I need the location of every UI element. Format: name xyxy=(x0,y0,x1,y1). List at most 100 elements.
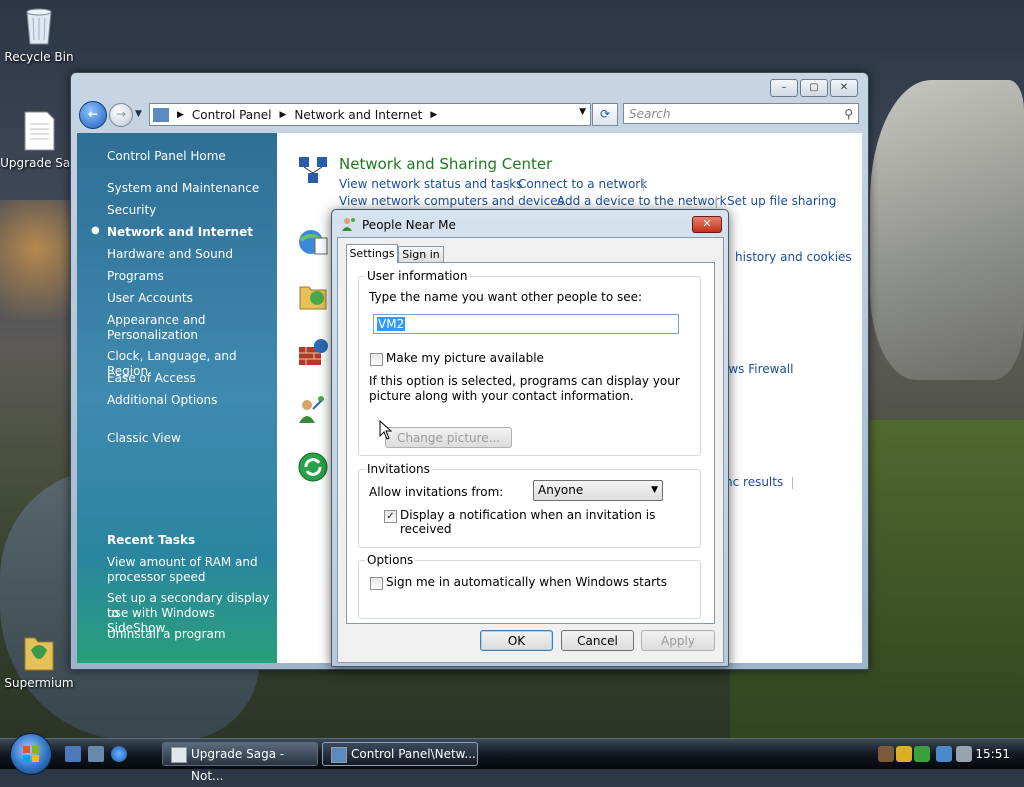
switch-windows-icon[interactable] xyxy=(88,746,104,762)
volume-muted-icon[interactable] xyxy=(956,746,972,762)
sync-center-icon xyxy=(297,451,329,483)
text-document-icon xyxy=(21,110,57,152)
nav-item-system-and-maintenance[interactable]: System and Maintenance xyxy=(107,181,259,196)
link-connect-to-network[interactable]: Connect to a network xyxy=(518,177,647,191)
windows-logo-icon xyxy=(23,746,39,762)
nav-control-panel-home[interactable]: Control Panel Home xyxy=(107,149,226,164)
address-bar[interactable]: ▶ Control Panel ▶ Network and Internet ▶… xyxy=(149,103,591,126)
supermium-browser-icon xyxy=(21,630,57,672)
link-separator xyxy=(792,477,793,489)
people-near-me-icon xyxy=(341,216,357,232)
recent-pages-dropdown[interactable]: ▼ xyxy=(135,109,142,119)
search-input[interactable]: Search ⚲ xyxy=(623,103,859,124)
clock[interactable]: 15:51 xyxy=(975,747,1010,761)
breadcrumb-separator-icon: ▶ xyxy=(177,109,184,120)
search-icon[interactable]: ⚲ xyxy=(844,104,853,124)
auto-sign-in-label[interactable]: Sign me in automatically when Windows st… xyxy=(386,575,667,589)
maximize-button[interactable]: ▢ xyxy=(800,79,828,97)
recent-task-ram-cont[interactable]: processor speed xyxy=(107,570,205,585)
show-desktop-icon[interactable] xyxy=(65,746,81,762)
desktop-icon-recycle-bin[interactable]: Recycle Bin xyxy=(0,4,78,64)
offline-files-icon xyxy=(297,281,329,313)
wallpaper-rock xyxy=(870,80,1024,380)
window-caption-buttons: – ▢ ✕ xyxy=(770,79,858,97)
network-icon[interactable] xyxy=(936,746,952,762)
desktop-icon-upgrade-saga[interactable]: Upgrade Sag xyxy=(0,110,78,170)
start-button[interactable] xyxy=(10,733,52,775)
taskbar-button-notepad[interactable]: Upgrade Saga - Not... xyxy=(162,742,318,783)
nav-item-appearance[interactable]: Appearance and xyxy=(107,313,205,328)
link-history-and-cookies[interactable]: history and cookies xyxy=(735,250,852,264)
security-shield-icon[interactable] xyxy=(896,746,912,762)
link-separator xyxy=(716,196,717,208)
link-add-device[interactable]: Add a device to the network xyxy=(557,194,727,208)
ok-button[interactable]: OK xyxy=(480,630,553,651)
nav-item-user-accounts[interactable]: User Accounts xyxy=(107,291,193,306)
desktop-icon-label: Supermium xyxy=(4,676,74,690)
refresh-icon: ⟳ xyxy=(599,107,611,121)
close-button[interactable]: ✕ xyxy=(830,79,858,97)
group-title: Options xyxy=(365,553,416,567)
nav-classic-view[interactable]: Classic View xyxy=(107,431,181,446)
address-dropdown-icon[interactable]: ▼ xyxy=(579,107,586,117)
allow-invitations-select[interactable]: Anyone ▼ xyxy=(533,480,663,501)
display-notification-label[interactable]: Display a notification when an invitatio… xyxy=(400,508,700,536)
apply-button[interactable]: Apply xyxy=(641,630,715,651)
cancel-button[interactable]: Cancel xyxy=(561,630,634,651)
dialog-close-button[interactable]: ✕ xyxy=(692,216,722,233)
name-prompt-label: Type the name you want other people to s… xyxy=(369,290,643,304)
link-view-network-computers[interactable]: View network computers and devices xyxy=(339,194,564,208)
make-picture-available-label[interactable]: Make my picture available xyxy=(386,351,544,365)
desktop-icon-label: Recycle Bin xyxy=(4,50,74,64)
checkmark-icon: ✓ xyxy=(386,511,395,522)
nav-item-programs[interactable]: Programs xyxy=(107,269,164,284)
arrow-right-icon: → xyxy=(115,107,127,121)
desktop-icon-supermium[interactable]: Supermium xyxy=(0,630,78,690)
recent-task-ram[interactable]: View amount of RAM and xyxy=(107,555,258,570)
update-icon[interactable] xyxy=(914,746,930,762)
nav-item-network-and-internet[interactable]: Network and Internet xyxy=(107,225,253,240)
display-name-value: VM2 xyxy=(377,317,406,331)
minimize-button[interactable]: – xyxy=(770,79,798,97)
display-name-field[interactable]: VM2 xyxy=(373,314,679,334)
people-near-me-tray-icon[interactable] xyxy=(878,746,894,762)
taskbar-button-control-panel[interactable]: Control Panel\Netw... xyxy=(322,742,478,766)
recent-task-uninstall[interactable]: Uninstall a program xyxy=(107,627,226,642)
picture-note-line2: picture along with your contact informat… xyxy=(369,389,634,403)
forward-button[interactable]: → xyxy=(109,103,133,127)
selected-bullet-icon: ● xyxy=(91,225,100,236)
chevron-down-icon: ▼ xyxy=(135,109,142,119)
network-sharing-center-icon xyxy=(297,155,329,187)
recycle-bin-icon xyxy=(21,4,57,46)
link-view-network-status[interactable]: View network status and tasks xyxy=(339,177,522,191)
internet-options-icon xyxy=(297,226,329,258)
tab-sign-in[interactable]: Sign in xyxy=(398,246,444,263)
taskbar-button-label: Upgrade Saga - Not... xyxy=(191,747,285,783)
auto-sign-in-checkbox[interactable] xyxy=(370,577,383,590)
link-sync-results[interactable]: nc results xyxy=(725,475,783,489)
nav-item-hardware-and-sound[interactable]: Hardware and Sound xyxy=(107,247,233,262)
internet-explorer-icon[interactable] xyxy=(111,746,127,762)
control-panel-icon xyxy=(331,747,347,763)
refresh-button[interactable]: ⟳ xyxy=(592,103,618,126)
display-notification-checkbox[interactable]: ✓ xyxy=(384,510,397,523)
recent-tasks-heading: Recent Tasks xyxy=(107,533,196,547)
breadcrumb-separator-icon: ▶ xyxy=(279,109,287,120)
link-set-up-file-sharing[interactable]: Set up file sharing xyxy=(727,194,836,208)
change-picture-button[interactable]: Change picture... xyxy=(385,427,512,448)
nav-item-ease-of-access[interactable]: Ease of Access xyxy=(107,371,196,386)
category-title[interactable]: Network and Sharing Center xyxy=(339,155,552,173)
breadcrumb-control-panel[interactable]: Control Panel xyxy=(192,108,272,122)
invitations-group: Invitations Allow invitations from: Anyo… xyxy=(358,462,701,548)
nav-item-security[interactable]: Security xyxy=(107,203,156,218)
make-picture-available-checkbox[interactable] xyxy=(370,353,383,366)
breadcrumb-separator-icon: ▶ xyxy=(430,109,438,120)
allow-invitations-value: Anyone xyxy=(538,483,584,497)
back-button[interactable]: ← xyxy=(79,101,107,129)
breadcrumb-network-and-internet[interactable]: Network and Internet xyxy=(294,108,422,122)
nav-item-personalization[interactable]: Personalization xyxy=(107,328,198,343)
tab-settings[interactable]: Settings xyxy=(346,244,398,263)
link-separator xyxy=(508,179,509,191)
nav-item-additional-options[interactable]: Additional Options xyxy=(107,393,217,408)
link-windows-firewall[interactable]: ows Firewall xyxy=(721,362,793,376)
